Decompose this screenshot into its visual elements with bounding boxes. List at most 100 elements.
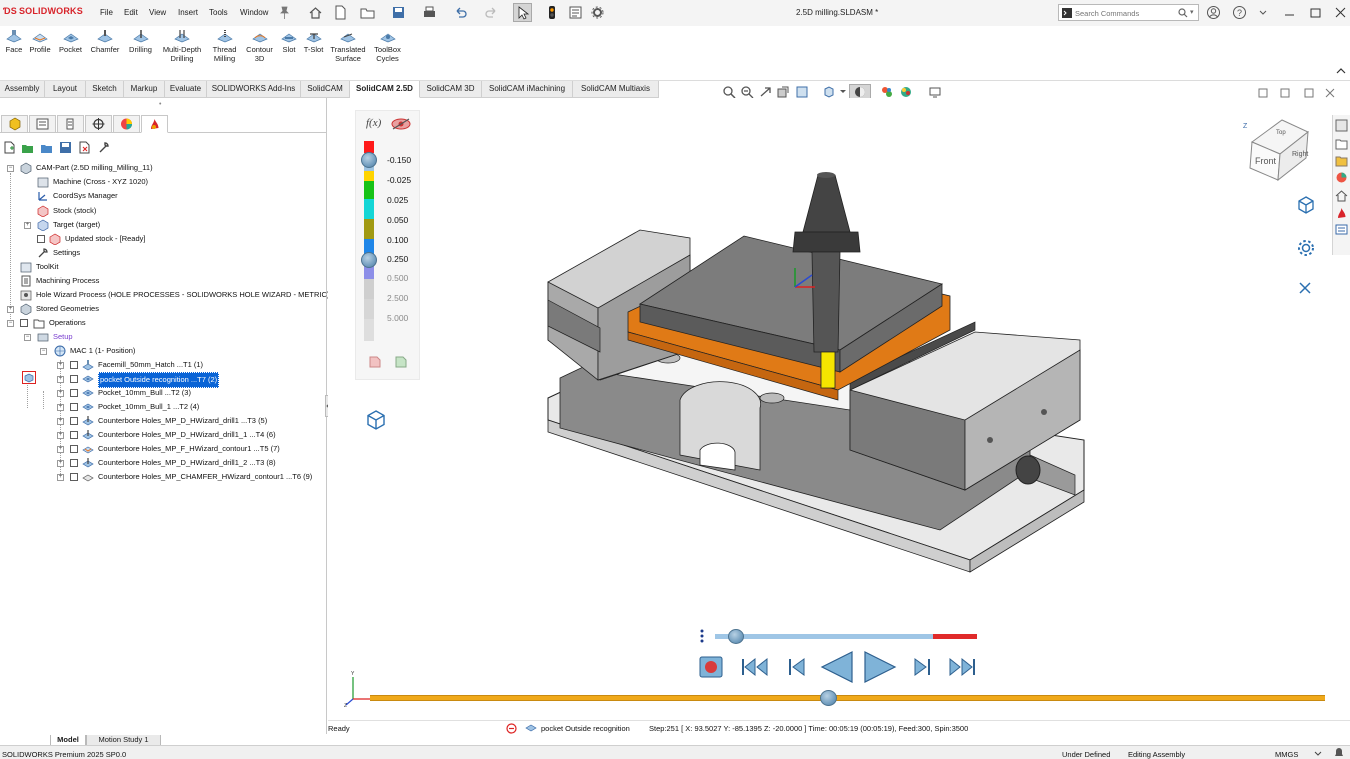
cam-part-folder-icon[interactable] — [40, 141, 53, 154]
save-cam-part-icon[interactable] — [59, 141, 72, 154]
tree-expander-collapse[interactable]: − — [7, 165, 14, 172]
tree-expander-expand[interactable]: + — [57, 404, 64, 411]
operation-checkbox[interactable] — [70, 389, 78, 397]
play-forward-button[interactable] — [863, 650, 897, 684]
file-explorer-icon[interactable] — [1335, 154, 1348, 167]
collapse-ribbon-icon[interactable] — [1336, 67, 1346, 75]
multi-depth-drilling-button[interactable]: Multi-Depth Drilling — [159, 29, 205, 63]
appearances-icon[interactable] — [1335, 171, 1348, 184]
menu-window[interactable]: Window — [240, 8, 268, 17]
slot-button[interactable]: Slot — [279, 29, 299, 54]
tree-expander-expand[interactable]: + — [57, 460, 64, 467]
tab-solidcam-manager[interactable] — [141, 115, 168, 133]
restore-window-icon[interactable] — [1308, 5, 1323, 20]
zoom-to-area-icon[interactable] — [740, 85, 754, 99]
help-icon[interactable]: ? — [1232, 5, 1247, 20]
dynamic-annotation-icon[interactable] — [795, 85, 809, 99]
previous-view-icon[interactable] — [759, 85, 773, 99]
step-back-button[interactable] — [788, 657, 806, 677]
select-tool-button[interactable] — [513, 3, 532, 22]
tree-expander-collapse[interactable]: − — [40, 348, 47, 355]
print-icon[interactable] — [422, 5, 437, 20]
close-simulation-icon[interactable] — [1298, 281, 1312, 295]
search-icon[interactable] — [1178, 8, 1188, 18]
forward-to-end-button[interactable] — [948, 657, 976, 677]
zoom-to-fit-icon[interactable] — [722, 85, 736, 99]
solidcam-flame-icon[interactable] — [1335, 206, 1348, 219]
contour-3d-button[interactable]: Contour 3D — [243, 29, 276, 63]
tab-solidcam-multiaxis[interactable]: SolidCAM Multiaxis — [573, 81, 659, 98]
play-backward-button[interactable] — [820, 650, 854, 684]
help-dropdown-icon[interactable] — [1257, 5, 1269, 20]
search-commands-box[interactable]: ▾ — [1058, 4, 1199, 21]
tab-solidcam-3d[interactable]: SolidCAM 3D — [420, 81, 482, 98]
panel-grip-icon[interactable]: • — [159, 101, 161, 108]
custom-properties-icon[interactable] — [1335, 223, 1348, 236]
legend-upper-slider[interactable] — [361, 152, 377, 168]
section-view-icon[interactable] — [776, 85, 790, 99]
graphics-area[interactable] — [328, 98, 1335, 720]
open-folder-icon[interactable] — [360, 5, 375, 20]
toolbox-cycles-button[interactable]: ToolBox Cycles — [371, 29, 404, 63]
close-cam-part-icon[interactable] — [78, 141, 91, 154]
cam-settings-wrench-icon[interactable] — [97, 141, 110, 154]
t-slot-button[interactable]: T-Slot — [302, 29, 325, 54]
hide-show-items-icon[interactable] — [880, 85, 894, 99]
tab-propertymanager[interactable] — [29, 115, 56, 133]
simulation-timeline-track[interactable] — [370, 695, 1325, 701]
operation-checkbox[interactable] — [70, 459, 78, 467]
view-orientation-icon[interactable] — [822, 85, 836, 99]
more-options-icon[interactable] — [699, 628, 705, 644]
viewport-window-controls-icon[interactable] — [1258, 87, 1338, 99]
rewind-to-start-button[interactable] — [741, 657, 769, 677]
tree-expander-expand[interactable]: + — [57, 432, 64, 439]
view-cube[interactable]: Front Right Top Z — [1240, 112, 1320, 184]
legend-apply-icon[interactable] — [393, 354, 409, 370]
chamfer-button[interactable]: Chamfer — [89, 29, 121, 54]
view-orientation-dropdown-icon[interactable] — [840, 89, 846, 95]
new-cam-part-icon[interactable] — [3, 141, 16, 154]
tab-solidcam-imachining[interactable]: SolidCAM iMachining — [482, 81, 573, 98]
notifications-icon[interactable] — [1333, 747, 1345, 759]
tab-configurationmanager[interactable] — [57, 115, 84, 133]
tab-dimxpertmanager[interactable] — [85, 115, 112, 133]
design-library-icon[interactable] — [1335, 137, 1348, 150]
tree-expander-expand[interactable]: + — [57, 418, 64, 425]
tree-expander-expand[interactable]: + — [57, 390, 64, 397]
menu-tools[interactable]: Tools — [209, 8, 228, 17]
search-dropdown-icon[interactable]: ▾ — [1190, 8, 1194, 16]
tab-featuremanager[interactable] — [1, 115, 28, 133]
tab-solidcam-2-5d[interactable]: SolidCAM 2.5D — [350, 81, 420, 98]
standard-views-cube-icon[interactable] — [1296, 195, 1316, 215]
status-units[interactable]: MMGS — [1275, 748, 1298, 759]
visibility-eye-icon[interactable] — [390, 117, 412, 131]
operation-progress-track[interactable] — [715, 634, 977, 639]
updated-stock-checkbox[interactable] — [37, 235, 45, 243]
menu-file[interactable]: File — [100, 8, 113, 17]
tree-expander-expand[interactable]: + — [57, 362, 64, 369]
tab-layout[interactable]: Layout — [45, 81, 86, 98]
user-account-icon[interactable] — [1206, 5, 1221, 20]
pocket-button[interactable]: Pocket — [57, 29, 84, 54]
tab-solidcam[interactable]: SolidCAM — [301, 81, 350, 98]
legend-reset-icon[interactable] — [367, 354, 383, 370]
profile-button[interactable]: Profile — [27, 29, 53, 54]
operation-checkbox[interactable] — [70, 473, 78, 481]
tree-expander-collapse[interactable]: − — [7, 320, 14, 327]
tree-expander-expand[interactable]: + — [57, 474, 64, 481]
step-forward-button[interactable] — [913, 657, 931, 677]
tab-solidworks-add-ins[interactable]: SOLIDWORKS Add-Ins — [207, 81, 301, 98]
tab-markup[interactable]: Markup — [124, 81, 165, 98]
solidcam-home-icon[interactable] — [1335, 189, 1348, 202]
tree-expander-expand[interactable]: + — [57, 446, 64, 453]
view-settings-icon[interactable] — [928, 85, 942, 99]
pin-icon[interactable] — [280, 5, 289, 20]
close-window-icon[interactable] — [1333, 5, 1348, 20]
traffic-light-icon[interactable] — [547, 5, 557, 20]
redo-icon[interactable] — [484, 5, 499, 20]
tab-evaluate[interactable]: Evaluate — [165, 81, 207, 98]
drilling-button[interactable]: Drilling — [126, 29, 155, 54]
view-settings-gear-icon[interactable] — [1296, 238, 1316, 258]
units-dropdown-icon[interactable] — [1313, 748, 1323, 758]
open-cam-part-icon[interactable] — [21, 141, 34, 154]
